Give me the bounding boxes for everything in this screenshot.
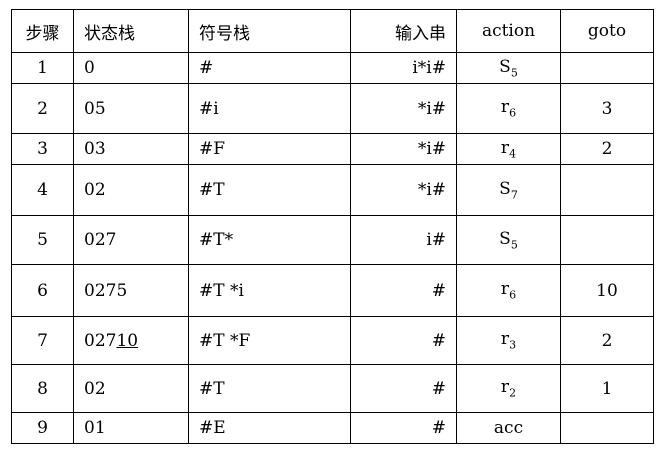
table-row: 1 0 # i*i# S5 bbox=[11, 52, 654, 84]
cell-step: 7 bbox=[11, 316, 74, 365]
cell-goto bbox=[560, 52, 654, 84]
action-subscript: 3 bbox=[509, 338, 517, 352]
cell-goto: 2 bbox=[560, 316, 654, 365]
cell-step: 2 bbox=[11, 83, 74, 134]
cell-action: r4 bbox=[456, 133, 561, 165]
state-stack-text: 01 bbox=[84, 418, 106, 438]
table-row: 9 01 #E # acc bbox=[11, 412, 654, 444]
header-action: action bbox=[456, 9, 561, 53]
table-row: 4 02 #T *i# S7 bbox=[11, 164, 654, 216]
cell-input-string: # bbox=[350, 412, 457, 444]
action-subscript: 4 bbox=[509, 147, 517, 161]
table-row: 7 02710 #T *F # r3 2 bbox=[11, 316, 654, 365]
cell-symbol-stack: #T *i bbox=[188, 264, 351, 317]
state-stack-text: 027 bbox=[84, 230, 117, 250]
action-symbol: r bbox=[500, 329, 510, 350]
cell-state-stack: 02 bbox=[73, 164, 189, 216]
cell-input-string: i*i# bbox=[350, 52, 457, 84]
cell-goto: 1 bbox=[560, 364, 654, 413]
cell-action: r6 bbox=[456, 264, 561, 317]
cell-step: 9 bbox=[11, 412, 74, 444]
state-stack-text: 02 bbox=[84, 378, 106, 399]
cell-state-stack: 01 bbox=[73, 412, 189, 444]
cell-state-stack: 02710 bbox=[73, 316, 189, 365]
cell-state-stack: 02 bbox=[73, 364, 189, 413]
cell-action: acc bbox=[456, 412, 561, 444]
header-state-stack: 状态栈 bbox=[73, 9, 189, 53]
cell-state-stack: 027 bbox=[73, 215, 189, 265]
action-symbol: S bbox=[499, 228, 511, 249]
cell-symbol-stack: #T bbox=[188, 164, 351, 216]
cell-state-stack: 05 bbox=[73, 83, 189, 134]
action-symbol: acc bbox=[493, 418, 524, 438]
cell-goto bbox=[560, 412, 654, 444]
cell-input-string: *i# bbox=[350, 164, 457, 216]
cropped-heading-fragment bbox=[0, 0, 260, 9]
cell-input-string: # bbox=[350, 316, 457, 365]
table-row: 8 02 #T # r2 1 bbox=[11, 364, 654, 413]
cell-input-string: *i# bbox=[350, 133, 457, 165]
cell-action: r2 bbox=[456, 364, 561, 413]
state-stack-text: 0275 bbox=[84, 280, 128, 301]
state-stack-underlined-text: 10 bbox=[116, 330, 139, 351]
table-row: 5 027 #T* i# S5 bbox=[11, 215, 654, 265]
action-subscript: 2 bbox=[509, 386, 517, 400]
table-row: 6 0275 #T *i # r6 10 bbox=[11, 264, 654, 317]
header-step: 步骤 bbox=[11, 9, 74, 53]
state-stack-text: 03 bbox=[84, 139, 106, 159]
cell-symbol-stack: #F bbox=[188, 133, 351, 165]
action-symbol: r bbox=[500, 137, 510, 158]
cell-input-string: # bbox=[350, 264, 457, 317]
cell-step: 4 bbox=[11, 164, 74, 216]
cell-input-string: # bbox=[350, 364, 457, 413]
state-stack-text: 05 bbox=[84, 98, 106, 119]
cell-step: 3 bbox=[11, 133, 74, 165]
cell-step: 8 bbox=[11, 364, 74, 413]
cell-step: 1 bbox=[11, 52, 74, 84]
action-subscript: 6 bbox=[509, 288, 517, 302]
table-row: 2 05 #i *i# r6 3 bbox=[11, 83, 654, 134]
cell-state-stack: 0275 bbox=[73, 264, 189, 317]
cell-goto: 3 bbox=[560, 83, 654, 134]
state-stack-text: 0 bbox=[84, 58, 95, 78]
table-row: 3 03 #F *i# r4 2 bbox=[11, 133, 654, 165]
action-subscript: 5 bbox=[510, 238, 518, 252]
state-stack-text: 027 bbox=[84, 330, 117, 351]
header-row: 步骤 状态栈 符号栈 输入串 action goto bbox=[11, 9, 654, 53]
header-goto: goto bbox=[560, 9, 654, 53]
action-symbol: r bbox=[500, 377, 510, 398]
lr-parse-table: 步骤 状态栈 符号栈 输入串 action goto 1 0 # i*i# S5 2 05 #… bbox=[11, 9, 654, 444]
cell-action: S5 bbox=[456, 215, 561, 265]
cell-step: 5 bbox=[11, 215, 74, 265]
action-subscript: 5 bbox=[510, 66, 518, 80]
cell-state-stack: 03 bbox=[73, 133, 189, 165]
action-symbol: S bbox=[499, 178, 511, 199]
cell-input-string: *i# bbox=[350, 83, 457, 134]
state-stack-text: 02 bbox=[84, 180, 106, 200]
cell-symbol-stack: #T bbox=[188, 364, 351, 413]
cell-action: r3 bbox=[456, 316, 561, 365]
action-subscript: 6 bbox=[509, 106, 517, 120]
cell-symbol-stack: #T* bbox=[188, 215, 351, 265]
header-symbol-stack: 符号栈 bbox=[188, 9, 351, 53]
cell-symbol-stack: # bbox=[188, 52, 351, 84]
cell-state-stack: 0 bbox=[73, 52, 189, 84]
cell-symbol-stack: #E bbox=[188, 412, 351, 444]
action-subscript: 7 bbox=[510, 188, 518, 202]
header-input-string: 输入串 bbox=[350, 9, 457, 53]
cell-goto bbox=[560, 215, 654, 265]
cell-goto bbox=[560, 164, 654, 216]
action-symbol: r bbox=[500, 97, 510, 118]
cell-goto: 2 bbox=[560, 133, 654, 165]
cell-action: S5 bbox=[456, 52, 561, 84]
cell-symbol-stack: #i bbox=[188, 83, 351, 134]
action-symbol: r bbox=[500, 279, 510, 300]
cell-goto: 10 bbox=[560, 264, 654, 317]
cell-action: S7 bbox=[456, 164, 561, 216]
cell-input-string: i# bbox=[350, 215, 457, 265]
cell-symbol-stack: #T *F bbox=[188, 316, 351, 365]
cell-action: r6 bbox=[456, 83, 561, 134]
cell-step: 6 bbox=[11, 264, 74, 317]
action-symbol: S bbox=[499, 56, 511, 77]
